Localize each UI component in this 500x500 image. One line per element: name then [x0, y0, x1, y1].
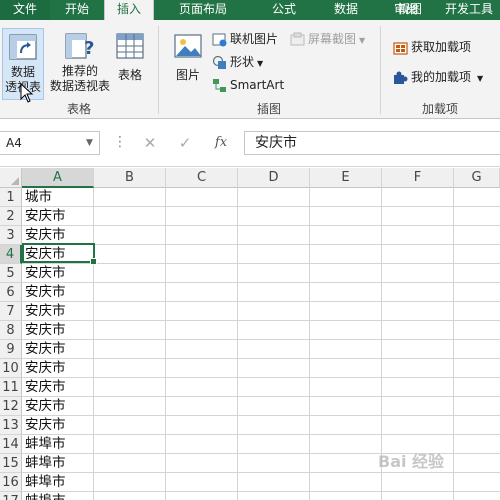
table-label: 表格 — [117, 68, 142, 82]
column-header-d[interactable]: D — [238, 168, 310, 188]
active-cell-outline — [22, 243, 97, 265]
formula-input[interactable]: 安庆市 — [244, 131, 500, 155]
column-header-b[interactable]: B — [94, 168, 166, 188]
online-pictures-icon — [212, 33, 227, 47]
screenshot-dropdown-icon: ▼ — [359, 36, 366, 45]
online-pictures-button[interactable]: 联机图片 — [212, 30, 278, 48]
shapes-label: 形状 — [230, 55, 255, 69]
get-addins-button[interactable]: 获取加载项 — [393, 38, 471, 56]
mouse-cursor-icon — [20, 83, 34, 103]
watermark: Bai 经验 — [378, 452, 445, 471]
tab-page-layout[interactable]: 页面布局 — [154, 0, 252, 20]
tab-home[interactable]: 开始 — [50, 0, 104, 20]
cell-a[interactable]: 安庆市 — [25, 416, 93, 435]
shapes-button[interactable]: 形状 ▼ — [212, 53, 263, 71]
screenshot-label: 屏幕截图 — [308, 32, 357, 46]
row-header[interactable]: 17 — [0, 492, 22, 500]
row-header[interactable]: 16 — [0, 473, 22, 492]
name-box-dropdown-icon[interactable]: ▼ — [86, 132, 93, 154]
addins-icon — [394, 71, 408, 84]
enter-button[interactable]: ✓ — [173, 131, 197, 155]
cell-a[interactable]: 安庆市 — [25, 321, 93, 340]
shapes-dropdown-icon: ▼ — [257, 59, 264, 68]
pivot-table-label-1: 数据 — [10, 65, 35, 79]
cell-a[interactable]: 安庆市 — [25, 207, 93, 226]
formula-bar: A4 ▼ ⋮ ✕ ✓ fx 安庆市 — [0, 119, 500, 167]
row-header[interactable]: 3 — [0, 226, 22, 245]
cancel-button[interactable]: ✕ — [138, 131, 162, 155]
cell-a[interactable]: 安庆市 — [25, 264, 93, 283]
column-header-e[interactable]: E — [310, 168, 382, 188]
column-header-f[interactable]: F — [382, 168, 454, 188]
cell-a[interactable]: 安庆市 — [25, 378, 93, 397]
my-addins-label: 我的加载项 — [411, 70, 472, 84]
row-header[interactable]: 11 — [0, 378, 22, 397]
online-pictures-label: 联机图片 — [230, 32, 279, 46]
cell-a[interactable]: 安庆市 — [25, 283, 93, 302]
cell-a[interactable]: 安庆市 — [25, 359, 93, 378]
row-header[interactable]: 13 — [0, 416, 22, 435]
shapes-icon — [212, 55, 226, 69]
tab-file[interactable]: 文件 — [0, 0, 50, 20]
recommended-pivot-icon: ? — [65, 33, 94, 59]
picture-button[interactable]: 图片 — [170, 30, 206, 96]
row-header[interactable]: 5 — [0, 264, 22, 283]
row-header[interactable]: 2 — [0, 207, 22, 226]
row-header[interactable]: 14 — [0, 435, 22, 454]
row-header[interactable]: 9 — [0, 340, 22, 359]
formula-bar-grip-icon: ⋮ — [113, 134, 127, 150]
recommended-pivot-label-1: 推荐的 — [61, 64, 98, 78]
recommended-pivot-button[interactable]: ? 推荐的 数据透视表 — [46, 28, 114, 100]
smartart-label: SmartArt — [230, 78, 285, 92]
cell-a[interactable]: 蚌埠市 — [25, 454, 93, 473]
table-button[interactable]: 表格 — [114, 28, 146, 100]
smartart-button[interactable]: SmartArt — [212, 76, 284, 94]
tab-developer[interactable]: 开发工具 — [438, 0, 500, 20]
ribbon: 数据 透视表 ? 推荐的 数据透视表 表格 表格 — [0, 20, 500, 119]
table-icon — [116, 33, 144, 59]
screenshot-button[interactable]: 屏幕截图 ▼ — [290, 30, 365, 48]
tab-view[interactable]: 视图 — [380, 0, 440, 20]
row-header[interactable]: 1 — [0, 188, 22, 207]
tab-data[interactable]: 数据 — [316, 0, 376, 20]
cell-a[interactable]: 蚌埠市 — [25, 435, 93, 454]
smartart-icon — [213, 79, 226, 92]
cell-a[interactable]: 城市 — [25, 188, 93, 207]
picture-icon — [174, 34, 202, 58]
cell-a[interactable]: 安庆市 — [25, 340, 93, 359]
row-header[interactable]: 12 — [0, 397, 22, 416]
get-addins-label: 获取加载项 — [411, 40, 472, 54]
cell-a[interactable]: 安庆市 — [25, 302, 93, 321]
row-header[interactable]: 7 — [0, 302, 22, 321]
select-all-button[interactable] — [0, 168, 22, 188]
cell-a[interactable]: 蚌埠市 — [25, 473, 93, 492]
name-box-value: A4 — [6, 136, 22, 150]
store-icon — [393, 42, 408, 55]
my-addins-button[interactable]: 我的加载项 ▼ — [393, 68, 483, 86]
addins-group-label: 加载项 — [421, 102, 458, 116]
recommended-pivot-label-2: 数据透视表 — [49, 79, 110, 93]
row-header[interactable]: 10 — [0, 359, 22, 378]
column-header-g[interactable]: G — [454, 168, 500, 188]
svg-text:?: ? — [84, 38, 94, 59]
tab-formulas[interactable]: 公式 — [252, 0, 316, 20]
cell-a[interactable]: 安庆市 — [25, 397, 93, 416]
screenshot-icon — [290, 32, 305, 46]
row-header[interactable]: 8 — [0, 321, 22, 340]
column-header-a[interactable]: A — [22, 168, 94, 188]
illustrations-group-label: 插图 — [256, 102, 281, 116]
excel-window: 文件 开始 插入 页面布局 公式 数据 审阅 视图 开发工具 数据 透视表 — [0, 0, 500, 500]
name-box[interactable]: A4 ▼ — [0, 131, 100, 155]
row-header[interactable]: 4 — [0, 245, 22, 264]
pivot-table-icon — [9, 34, 37, 60]
column-header-c[interactable]: C — [166, 168, 238, 188]
ribbon-tab-bar: 文件 开始 插入 页面布局 公式 数据 审阅 视图 开发工具 — [0, 0, 500, 20]
tab-insert[interactable]: 插入 — [104, 0, 154, 20]
row-header[interactable]: 15 — [0, 454, 22, 473]
insert-function-button[interactable]: fx — [209, 131, 233, 155]
my-addins-dropdown-icon: ▼ — [477, 74, 484, 83]
row-header[interactable]: 6 — [0, 283, 22, 302]
picture-label: 图片 — [175, 68, 200, 82]
cell-a[interactable]: 蚌埠市 — [25, 492, 93, 500]
